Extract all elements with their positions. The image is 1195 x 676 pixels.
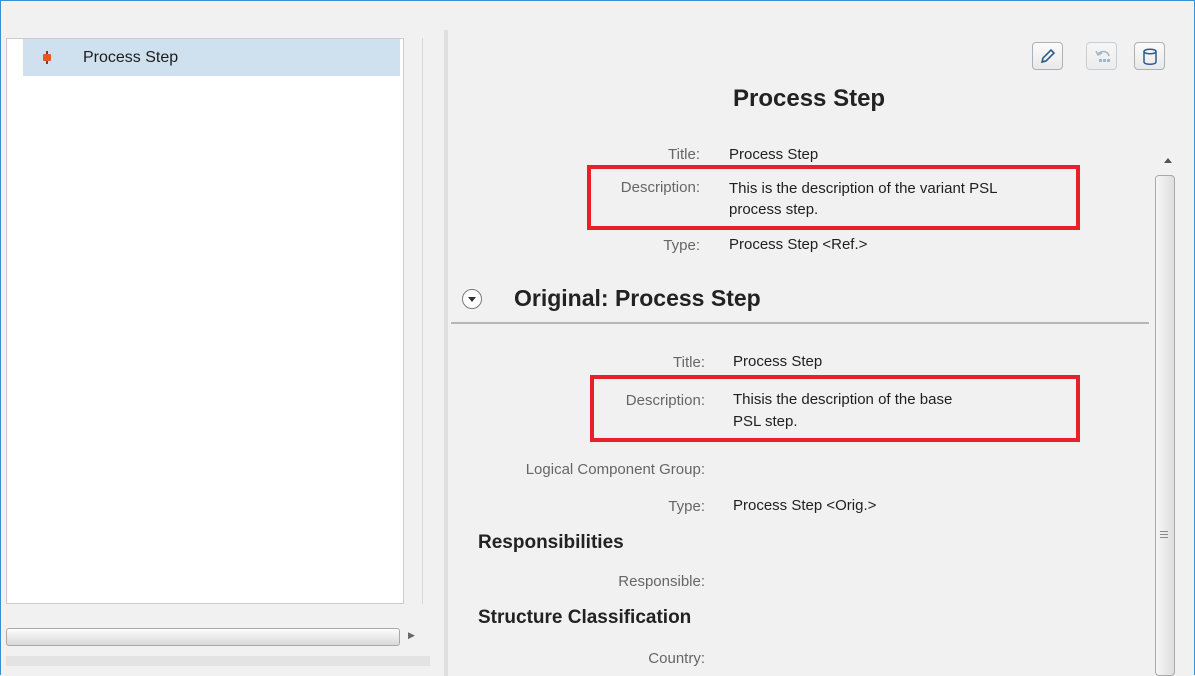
responsibilities-title: Responsibilities [478,532,624,553]
section-divider [451,322,1149,324]
original-description-value-line2: PSL step. [733,413,798,430]
pencil-icon [1040,48,1056,64]
undo-icon [1095,50,1110,62]
tree-panel: Process Step [6,38,404,604]
scroll-up-arrow-icon[interactable] [1160,152,1176,168]
horizontal-scroll-track [6,656,430,666]
process-step-icon [43,51,51,64]
tree-item-process-step[interactable]: Process Step [23,39,400,76]
type-value: Process Step <Ref.> [729,236,868,253]
structure-classification-title: Structure Classification [478,607,692,628]
tree-item-label: Process Step [83,49,179,66]
original-type-label: Type: [668,498,705,515]
description-label: Description: [620,179,700,196]
scrollbar-grip-icon [1160,531,1168,540]
description-value-line2: process step. [729,201,819,218]
title-value: Process Step [729,146,819,163]
database-button[interactable] [1134,42,1165,70]
undo-button[interactable] [1086,42,1117,70]
page-title: Process Step [733,85,886,112]
panel-splitter[interactable] [444,30,448,676]
original-section-title: Original: Process Step [514,285,761,311]
collapse-chevron-icon[interactable] [462,289,482,309]
edit-button[interactable] [1032,42,1063,70]
scroll-right-arrow-icon[interactable]: ▶ [408,630,415,641]
country-label: Country: [648,650,705,667]
title-label: Title: [668,146,700,163]
type-label: Type: [663,237,700,254]
description-value-line1: This is the description of the variant P… [729,180,998,197]
vertical-scrollbar-thumb[interactable] [1155,175,1175,676]
original-description-label: Description: [625,392,705,409]
logical-component-group-label: Logical Component Group: [525,461,705,478]
original-title-value: Process Step [733,353,823,370]
original-type-value: Process Step <Orig.> [733,497,877,514]
original-title-label: Title: [673,354,705,371]
original-description-value-line1: Thisis the description of the base [733,391,953,408]
panel-border [422,38,423,604]
database-icon [1143,48,1157,65]
horizontal-scrollbar[interactable] [6,628,400,646]
responsible-label: Responsible: [618,573,705,590]
